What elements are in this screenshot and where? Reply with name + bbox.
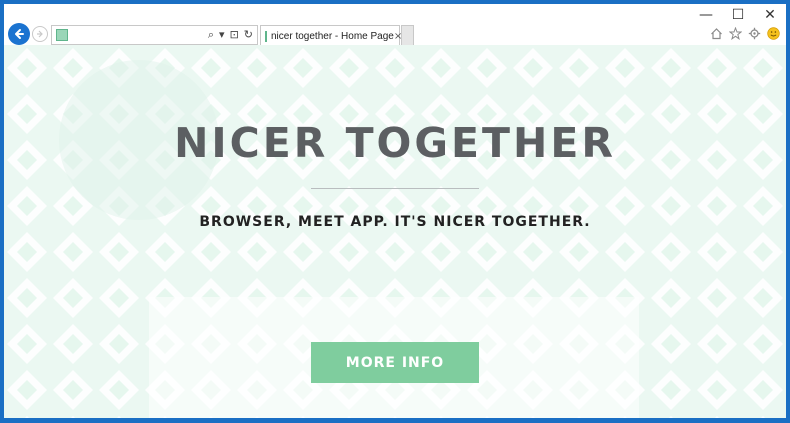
more-info-button[interactable]: MORE INFO bbox=[311, 342, 479, 383]
address-bar[interactable]: ⌕ ▾ ⊡ ↻ bbox=[51, 25, 258, 45]
smiley-feedback-icon[interactable] bbox=[767, 27, 780, 40]
more-info-label: MORE INFO bbox=[345, 354, 445, 371]
lock-icon[interactable]: ⊡ bbox=[230, 27, 239, 43]
tab-nicer-together[interactable]: nicer together - Home Page × bbox=[260, 25, 402, 46]
back-arrow-icon bbox=[15, 29, 24, 39]
toolbar-right bbox=[710, 27, 780, 40]
back-button[interactable] bbox=[8, 23, 30, 45]
settings-gear-icon[interactable] bbox=[748, 27, 761, 40]
page-tagline: BROWSER, MEET APP. IT'S NICER TOGETHER. bbox=[199, 214, 591, 230]
page-content: NICER TOGETHER BROWSER, MEET APP. IT'S N… bbox=[4, 45, 786, 418]
forward-button[interactable] bbox=[32, 26, 48, 42]
home-icon[interactable] bbox=[710, 27, 723, 40]
dropdown-icon[interactable]: ▾ bbox=[219, 27, 225, 43]
refresh-icon[interactable]: ↻ bbox=[244, 27, 253, 43]
tab-title: nicer together - Home Page bbox=[271, 30, 394, 42]
forward-arrow-icon bbox=[37, 30, 43, 38]
browser-window: — ☐ ✕ ⌕ ▾ ⊡ ↻ nicer together - Home Page… bbox=[4, 4, 786, 418]
page-title: NICER TOGETHER bbox=[174, 119, 616, 167]
site-favicon bbox=[56, 29, 68, 41]
search-icon[interactable]: ⌕ bbox=[208, 27, 214, 43]
title-divider bbox=[311, 188, 479, 189]
favorites-star-icon[interactable] bbox=[729, 27, 742, 40]
tab-favicon-icon bbox=[265, 30, 267, 42]
maximize-icon: ☐ bbox=[731, 7, 745, 23]
minimize-icon: — bbox=[699, 7, 713, 23]
new-tab-button[interactable] bbox=[401, 25, 414, 46]
close-icon: ✕ bbox=[764, 7, 776, 23]
